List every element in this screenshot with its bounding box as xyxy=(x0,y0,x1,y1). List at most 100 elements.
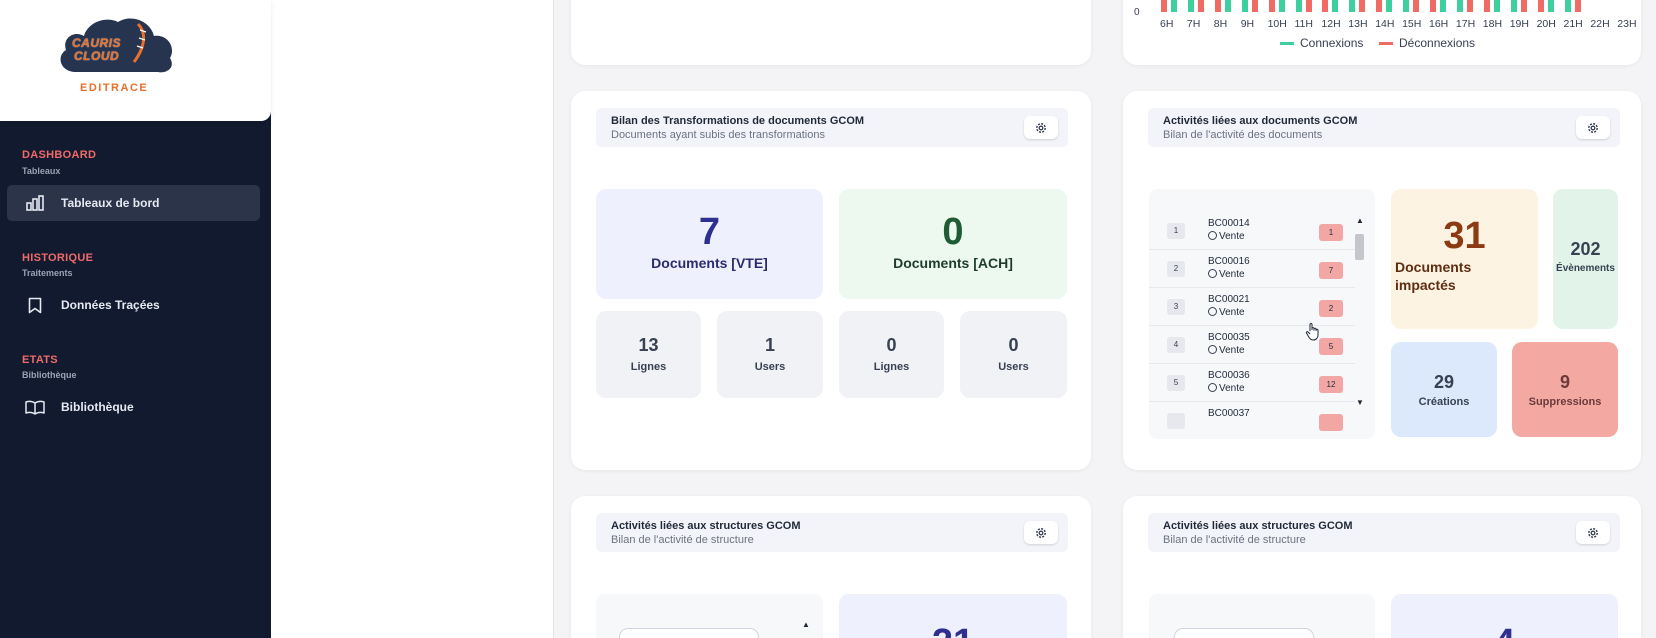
chart-bar[interactable] xyxy=(1430,0,1436,12)
tile-value: 21 xyxy=(839,622,1067,638)
sidebar: CAURIS CLOUD EDITRACE DASHBOARD Tableaux… xyxy=(0,0,271,638)
chart-bar[interactable] xyxy=(1251,0,1258,12)
hour-tick-label: 22H xyxy=(1590,18,1610,30)
chart-bar[interactable] xyxy=(1547,0,1554,12)
tile-label: Users xyxy=(754,361,786,373)
tile-suppressions[interactable]: 9 Suppressions xyxy=(1512,342,1618,437)
legend-swatch-deconnexions xyxy=(1379,41,1393,45)
chart-y-tick: 0 xyxy=(1134,7,1140,18)
chart-bar[interactable] xyxy=(1386,0,1393,12)
tile-value: 29 xyxy=(1433,372,1455,392)
chart-bar[interactable] xyxy=(1171,0,1177,12)
chart-bar[interactable] xyxy=(1456,0,1463,12)
sidebar-item-donnees-tracees[interactable]: Données Traçées xyxy=(7,287,260,323)
document-list[interactable]: 1 BC00014 Vente 1 2 BC00016 Vente 7 3 BC… xyxy=(1149,189,1375,439)
tile-users-ach[interactable]: 0 Users xyxy=(960,311,1067,398)
chart-bar[interactable] xyxy=(1268,0,1275,12)
card-title: Activités liées aux structures GCOM xyxy=(611,520,801,532)
tile-documents-ach[interactable]: 0 Documents [ACH] xyxy=(839,189,1067,299)
book-open-icon xyxy=(25,397,45,417)
chart-bar[interactable] xyxy=(1537,0,1544,12)
scroll-down-arrow-icon[interactable]: ▼ xyxy=(1356,398,1364,407)
sidebar-item-label: Bibliothèque xyxy=(61,400,134,414)
tile-documents-vte[interactable]: 7 Documents [VTE] xyxy=(596,189,823,299)
chart-bar[interactable] xyxy=(1440,0,1446,12)
list-item[interactable]: BC00037 xyxy=(1149,402,1355,439)
chart-bar[interactable] xyxy=(1483,0,1490,12)
logo-area[interactable]: CAURIS CLOUD EDITRACE xyxy=(0,0,271,121)
tile-users-vte[interactable]: 1 Users xyxy=(717,311,823,398)
list-item[interactable]: 2 BC00016 Vente 7 xyxy=(1149,250,1355,288)
chart-bar[interactable] xyxy=(1214,0,1221,12)
list-item[interactable]: 5 BC00036 Vente 12 xyxy=(1149,364,1355,402)
chart-bar[interactable] xyxy=(1161,0,1167,12)
tile-creations[interactable]: 29 Créations xyxy=(1391,342,1497,437)
list-item[interactable]: 4 BC00035 Vente 5 xyxy=(1149,326,1355,364)
tile-lignes-ach[interactable]: 0 Lignes xyxy=(839,311,944,398)
chart-bar[interactable] xyxy=(1466,0,1473,12)
event-count-badge: 7 xyxy=(1319,262,1343,279)
chart-bar[interactable] xyxy=(1241,0,1248,12)
document-code: BC00021 xyxy=(1208,294,1250,305)
card-subtitle: Bilan de l'activité des documents xyxy=(1163,129,1323,141)
tile-value: 0 xyxy=(1008,335,1019,355)
chart-bar[interactable] xyxy=(1376,0,1383,12)
hand-cursor-icon xyxy=(1305,323,1319,341)
chart-bar[interactable] xyxy=(1187,0,1194,12)
legend-label-deconnexions: Déconnexions xyxy=(1399,36,1476,50)
tile-label: Users xyxy=(998,361,1029,373)
gear-icon xyxy=(1588,122,1598,133)
chart-bar[interactable] xyxy=(1305,0,1312,12)
tile-value: 31 xyxy=(1443,215,1486,257)
hour-tick-label: 9H xyxy=(1240,18,1255,30)
chart-bar[interactable] xyxy=(1493,0,1500,12)
chart-bar[interactable] xyxy=(1322,0,1329,12)
gear-icon xyxy=(1036,122,1046,133)
logo-text-cloud: CLOUD xyxy=(74,49,120,63)
hour-tick-label: 20H xyxy=(1536,18,1556,30)
settings-button[interactable] xyxy=(1576,116,1610,139)
section-title-historique: HISTORIQUE xyxy=(22,252,94,264)
sidebar-item-bibliotheque[interactable]: Bibliothèque xyxy=(7,389,260,425)
tile-documents-impactes[interactable]: 31 Documents impactés xyxy=(1391,189,1538,329)
chart-bar[interactable] xyxy=(1359,0,1366,12)
chart-bar[interactable] xyxy=(1403,0,1410,12)
list-item[interactable] xyxy=(1174,628,1314,638)
scroll-up-arrow-icon[interactable]: ▲ xyxy=(802,620,810,629)
card-title: Activités liées aux documents GCOM xyxy=(1163,115,1358,127)
tile-lignes-vte[interactable]: 13 Lignes xyxy=(596,311,701,398)
event-count-badge: 5 xyxy=(1319,338,1343,355)
settings-button[interactable] xyxy=(1024,116,1058,139)
chart-bar[interactable] xyxy=(1574,0,1581,12)
chart-bar[interactable] xyxy=(1564,0,1571,12)
tile-structure-count-left[interactable]: 21 xyxy=(839,594,1067,638)
tile-value: 4 xyxy=(1391,622,1618,638)
scroll-up-arrow-icon[interactable]: ▲ xyxy=(1356,216,1364,225)
chart-bar[interactable] xyxy=(1332,0,1339,12)
chart-bar[interactable] xyxy=(1413,0,1420,12)
gear-icon xyxy=(1036,527,1046,538)
list-item[interactable] xyxy=(619,628,759,638)
list-item[interactable]: 1 BC00014 Vente 1 xyxy=(1149,212,1355,250)
card-title: Activités liées aux structures GCOM xyxy=(1163,520,1353,532)
document-code: BC00016 xyxy=(1208,256,1250,267)
list-scrollbar-thumb[interactable] xyxy=(1355,234,1364,260)
tile-structure-count-right[interactable]: 4 xyxy=(1391,594,1618,638)
chart-bar[interactable] xyxy=(1197,0,1204,12)
structure-list-left[interactable]: ▲ xyxy=(596,594,823,638)
section-subtitle-dashboard: Tableaux xyxy=(22,166,61,176)
list-item[interactable]: 3 BC00021 Vente 2 xyxy=(1149,288,1355,326)
document-type: Vente xyxy=(1208,307,1245,318)
tile-evenements[interactable]: 202 Évènements xyxy=(1553,189,1618,329)
chart-bar[interactable] xyxy=(1278,0,1285,12)
chart-bar[interactable] xyxy=(1510,0,1517,12)
sidebar-item-tableaux-de-bord[interactable]: Tableaux de bord xyxy=(7,185,260,221)
chart-bar[interactable] xyxy=(1295,0,1302,12)
settings-button[interactable] xyxy=(1576,521,1610,544)
settings-button[interactable] xyxy=(1024,521,1058,544)
chart-bar[interactable] xyxy=(1224,0,1231,12)
structure-list-right[interactable] xyxy=(1149,594,1375,638)
chart-bar[interactable] xyxy=(1520,0,1527,12)
logo-product-name: EDITRACE xyxy=(80,82,149,94)
chart-bar[interactable] xyxy=(1349,0,1356,12)
